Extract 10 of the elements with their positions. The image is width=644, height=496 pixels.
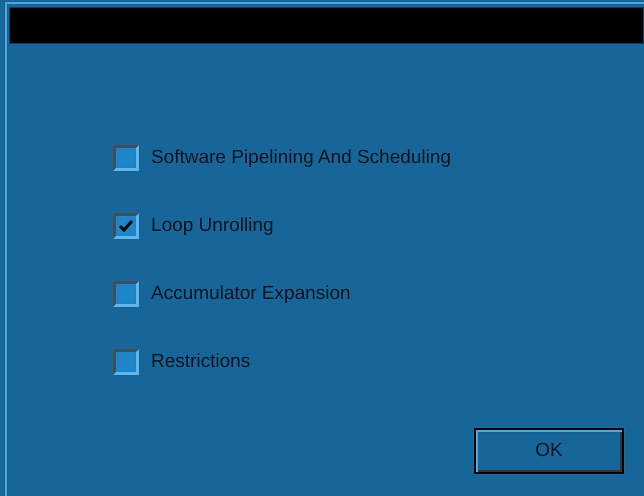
ok-button[interactable]: OK — [474, 428, 624, 474]
option-label: Restrictions — [151, 350, 250, 374]
checkbox[interactable] — [113, 213, 139, 239]
option-label: Software Pipelining And Scheduling — [151, 146, 451, 170]
checkbox[interactable] — [113, 145, 139, 171]
checkbox[interactable] — [113, 349, 139, 375]
option-label: Loop Unrolling — [151, 214, 274, 238]
checkbox[interactable] — [113, 281, 139, 307]
option-label: Accumulator Expansion — [151, 282, 351, 306]
checkmark-icon — [119, 220, 133, 232]
